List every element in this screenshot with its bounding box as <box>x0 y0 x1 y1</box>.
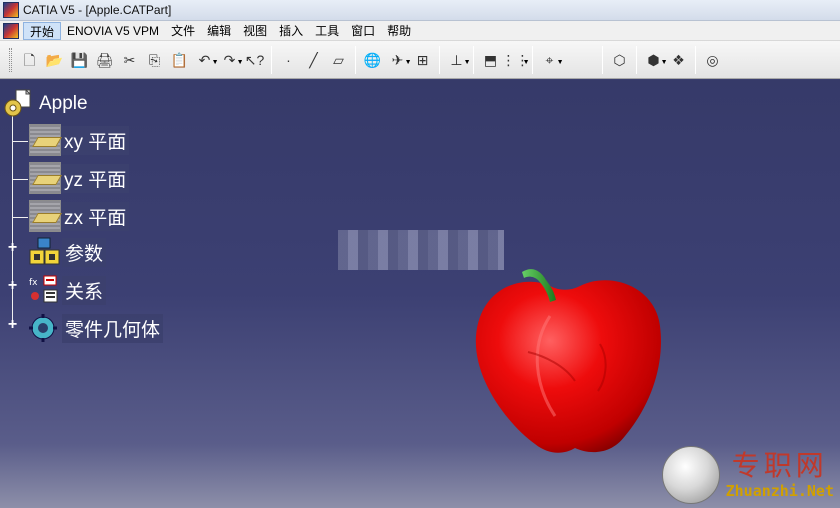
new-icon[interactable]: 🗋 <box>20 50 40 70</box>
chevron-down-icon[interactable]: ▼ <box>405 53 412 73</box>
part-body-icon[interactable]: ⬡ <box>610 50 630 70</box>
toolbar-separator <box>473 45 474 74</box>
apple-body <box>475 280 661 453</box>
expand-icon[interactable]: + <box>6 317 19 333</box>
document-icon[interactable] <box>3 22 19 39</box>
svg-text:fx: fx <box>29 278 38 288</box>
plane-icon[interactable]: ▱ <box>329 50 349 70</box>
blurred-region <box>338 230 504 270</box>
gear-icon <box>29 314 57 342</box>
paste-icon[interactable]: 📋 <box>170 50 190 70</box>
3d-viewport[interactable]: Apple xy 平面 yz 平面 zx 平面 + 参数 + fx 关系 + 零… <box>0 80 840 508</box>
toolbar-separator <box>532 45 533 74</box>
menu-view[interactable]: 视图 <box>237 22 273 40</box>
menu-tools[interactable]: 工具 <box>309 22 345 40</box>
menu-help[interactable]: 帮助 <box>381 22 417 40</box>
tree-connector <box>12 217 28 218</box>
plane-icon <box>29 200 61 232</box>
window-title: CATIA V5 - [Apple.CATPart] <box>23 3 172 17</box>
chevron-down-icon[interactable]: ▼ <box>661 53 668 73</box>
watermark-en: Zhuanzhi.Net <box>725 482 834 500</box>
tree-item-label: 参数 <box>62 237 107 267</box>
fit-all-glyph: ⌖ <box>545 51 554 68</box>
undo-glyph: ↶ <box>198 51 211 68</box>
chevron-down-icon[interactable]: ▼ <box>237 53 244 73</box>
tree-connector <box>12 141 28 142</box>
measure-glyph: ⊥ <box>450 51 463 68</box>
catia-app-icon <box>3 2 19 18</box>
tree-item-part-body[interactable]: 零件几何体 <box>28 312 164 344</box>
rendering-icon[interactable]: ◎ <box>703 50 723 70</box>
catalog-icon[interactable]: ⬢ ▼ <box>644 50 667 70</box>
point-icon[interactable]: · <box>279 50 299 70</box>
grid-icon[interactable]: ⋮⋮ ▼ <box>502 50 530 70</box>
tree-item-label: zx 平面 <box>61 201 130 231</box>
line-icon[interactable]: ╱ <box>304 50 324 70</box>
watermark-logo <box>661 446 720 504</box>
parameters-icon <box>29 237 60 265</box>
watermark-text: 专职网 Zhuanzhi.Net <box>725 449 834 501</box>
globe-icon[interactable]: 🌐 <box>363 50 383 70</box>
tree-connector <box>12 114 13 328</box>
part-root-icon <box>4 88 32 117</box>
print-icon[interactable]: 🖨 <box>95 50 115 70</box>
menu-bar: 开始 ENOVIA V5 VPM 文件 编辑 视图 插入 工具 窗口 帮助 <box>0 21 840 41</box>
tree-item-parameters[interactable]: 参数 <box>28 236 107 268</box>
tree-root-label: Apple <box>39 93 88 114</box>
apple-3d-model[interactable] <box>470 266 670 466</box>
view-icon[interactable]: ⬒ <box>481 50 501 70</box>
fit-all-icon[interactable]: ⌖ ▼ <box>540 50 564 70</box>
relations-icon: fx <box>29 275 58 303</box>
menu-edit[interactable]: 编辑 <box>201 22 237 40</box>
toolbar-grip[interactable] <box>9 47 12 72</box>
standard-toolbar: 🗋 📂 💾 🖨 ✂ ⎘ 📋 ↶ ▼ ↷ ▼ ↖? · ╱ ▱ 🌐 ✈ ▼ ⊞ ⊥ ▼ ⬒… <box>0 41 840 79</box>
toolbar-separator <box>355 45 356 74</box>
toolbar-separator <box>439 45 440 74</box>
watermark-cn: 专职网 <box>731 449 828 482</box>
chevron-down-icon[interactable]: ▼ <box>212 53 219 73</box>
window-titlebar: CATIA V5 - [Apple.CATPart] <box>0 0 840 21</box>
redo-glyph: ↷ <box>223 51 236 68</box>
chevron-down-icon[interactable]: ▼ <box>464 53 471 73</box>
toolbar-separator <box>271 45 272 74</box>
measure-icon[interactable]: ⊥ ▼ <box>447 50 470 70</box>
menu-insert[interactable]: 插入 <box>273 22 309 40</box>
undo-icon[interactable]: ↶ ▼ <box>195 50 219 70</box>
toolbar-separator <box>602 45 603 74</box>
tree-item-relations[interactable]: fx 关系 <box>28 274 107 306</box>
tree-icon[interactable]: ⊞ <box>413 50 433 70</box>
toolbar-separator <box>636 45 637 74</box>
tree-root[interactable]: Apple <box>2 88 91 120</box>
tree-item-label: xy 平面 <box>61 125 130 155</box>
plane-icon <box>29 124 61 156</box>
chevron-down-icon[interactable]: ▼ <box>523 53 530 73</box>
tree-item-yz-plane[interactable]: yz 平面 <box>29 162 130 194</box>
tree-connector <box>12 179 28 180</box>
whats-this-icon[interactable]: ↖? <box>245 50 265 70</box>
expand-icon[interactable]: + <box>6 240 19 256</box>
tree-item-xy-plane[interactable]: xy 平面 <box>29 124 130 156</box>
tree-item-label: yz 平面 <box>61 163 130 193</box>
cut-icon[interactable]: ✂ <box>120 50 140 70</box>
toolbar-separator <box>695 45 696 74</box>
open-icon[interactable]: 📂 <box>45 50 65 70</box>
save-icon[interactable]: 💾 <box>70 50 90 70</box>
tree-item-label: 关系 <box>62 275 107 305</box>
plane-icon <box>29 162 61 194</box>
menu-enovia[interactable]: ENOVIA V5 VPM <box>61 22 165 40</box>
expand-icon[interactable]: + <box>6 278 19 294</box>
tree-item-label: 零件几何体 <box>62 313 164 343</box>
chevron-down-icon[interactable]: ▼ <box>557 53 564 73</box>
copy-icon[interactable]: ⎘ <box>145 50 165 70</box>
menu-start[interactable]: 开始 <box>23 21 62 40</box>
catalog-glyph: ⬢ <box>647 51 660 68</box>
redo-icon[interactable]: ↷ ▼ <box>220 50 244 70</box>
fly-mode-icon[interactable]: ✈ ▼ <box>388 50 412 70</box>
watermark: 专职网 Zhuanzhi.Net <box>661 446 834 504</box>
fly-mode-glyph: ✈ <box>391 51 404 68</box>
tree-item-zx-plane[interactable]: zx 平面 <box>29 200 130 232</box>
material-icon[interactable]: ❖ <box>669 50 689 70</box>
menu-window[interactable]: 窗口 <box>345 22 381 40</box>
menu-file[interactable]: 文件 <box>165 22 201 40</box>
